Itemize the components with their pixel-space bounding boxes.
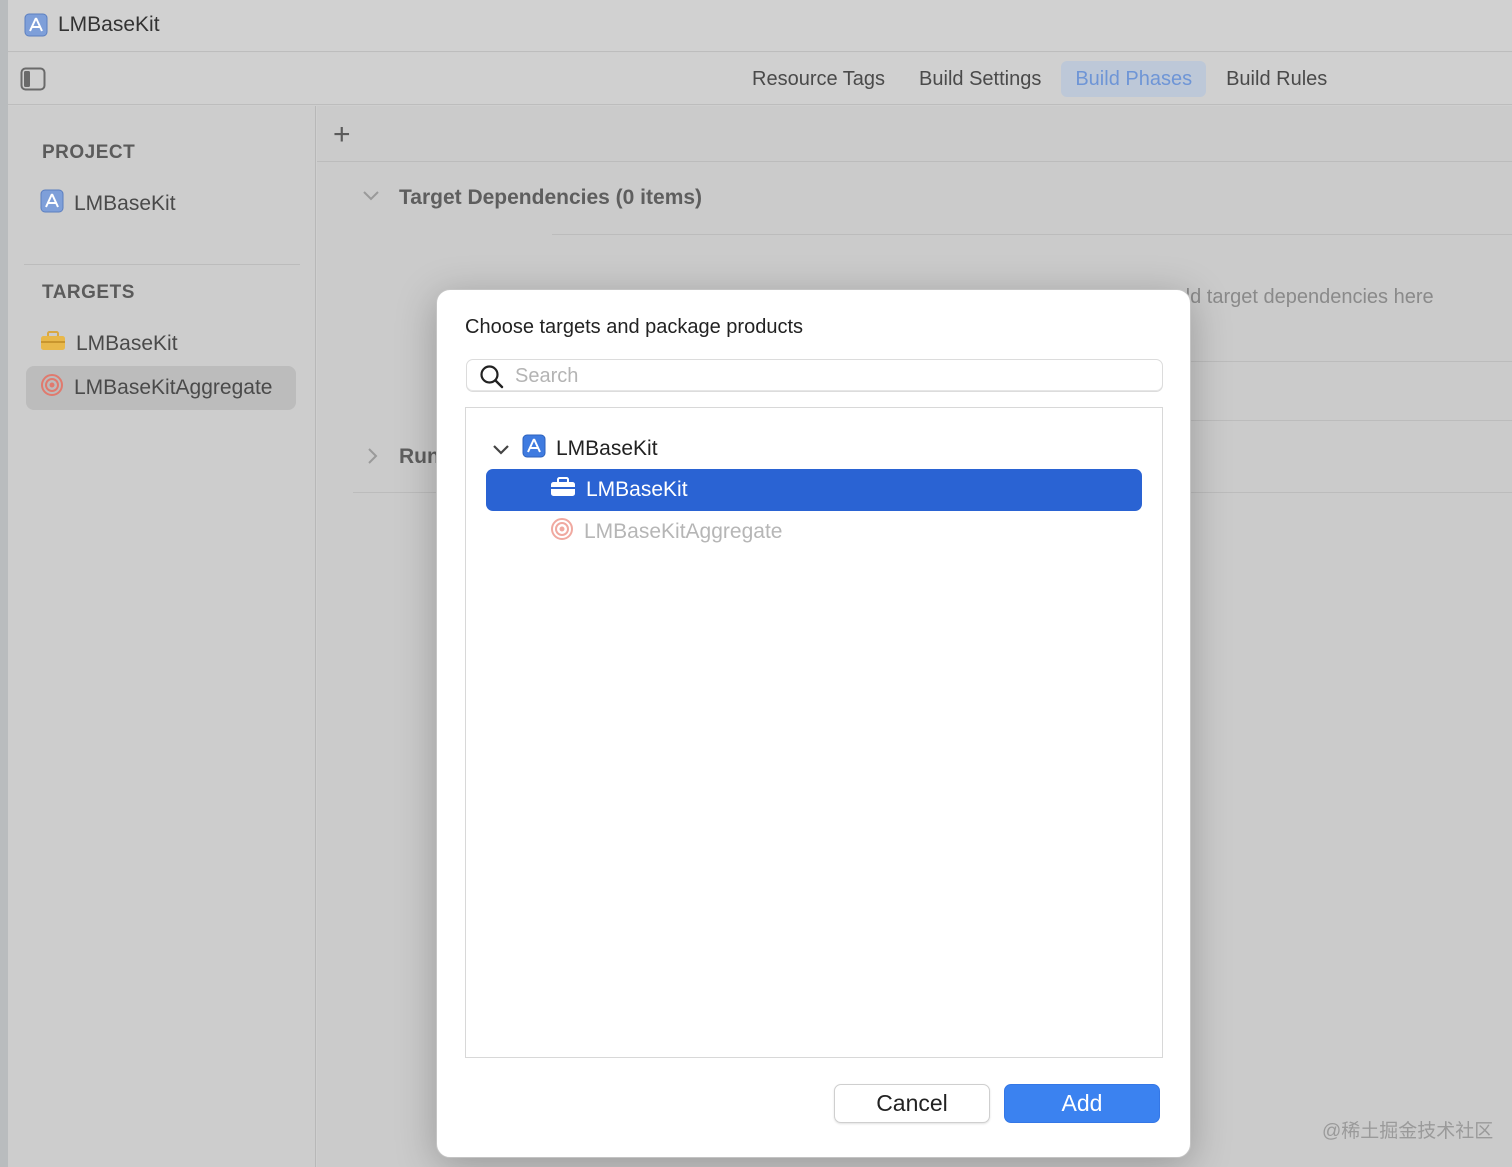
window-left-edge — [0, 0, 8, 1167]
tree-item-lmbasekitaggregate: LMBaseKitAggregate — [486, 511, 1142, 553]
dependencies-placeholder: dd target dependencies here — [1179, 286, 1434, 308]
editor-separator — [317, 161, 1512, 162]
add-button[interactable]: Add — [1004, 1084, 1160, 1123]
tree-group-lmbasekit[interactable]: LMBaseKit — [486, 428, 1142, 470]
phase-divider — [1177, 420, 1512, 421]
dialog-title: Choose targets and package products — [465, 316, 803, 338]
aggregate-target-icon — [550, 517, 574, 547]
search-field — [466, 359, 1163, 392]
toolbar: Resource Tags Build Settings Build Phase… — [8, 53, 1512, 105]
targets-section-header: TARGETS — [42, 282, 135, 303]
tree-item-label: LMBaseKit — [586, 478, 688, 501]
phase-target-dependencies-title[interactable]: Target Dependencies (0 items) — [399, 186, 702, 210]
framework-toolbox-icon — [40, 330, 66, 358]
add-phase-button[interactable]: + — [333, 118, 351, 152]
title-bar: LMBaseKit — [8, 0, 1512, 52]
phase-run-title[interactable]: Run — [399, 445, 440, 469]
tree-item-label: LMBaseKitAggregate — [584, 520, 783, 543]
project-sidebar: PROJECT LMBaseKit TARGETS LMBaseKit LMBa… — [8, 106, 316, 1167]
sidebar-toggle-icon[interactable] — [20, 67, 46, 96]
watermark: @稀土掘金技术社区 — [1322, 1121, 1494, 1142]
editor-tabs: Resource Tags Build Settings Build Phase… — [738, 61, 1341, 97]
tab-build-settings[interactable]: Build Settings — [905, 61, 1055, 97]
cancel-button[interactable]: Cancel — [834, 1084, 990, 1123]
xcode-project-icon — [522, 434, 546, 464]
tab-resource-tags[interactable]: Resource Tags — [738, 61, 899, 97]
sidebar-item-label: LMBaseKit — [76, 332, 178, 355]
search-icon — [479, 364, 505, 395]
tab-build-rules[interactable]: Build Rules — [1212, 61, 1341, 97]
framework-toolbox-icon — [550, 476, 576, 504]
tree-group-label: LMBaseKit — [556, 437, 658, 460]
choose-targets-dialog: Choose targets and package products LMBa… — [436, 289, 1191, 1158]
sidebar-item-label: LMBaseKitAggregate — [74, 376, 273, 399]
sidebar-divider — [24, 264, 300, 265]
sidebar-item-target-lmbasekit[interactable]: LMBaseKit — [26, 322, 296, 366]
project-section-header: PROJECT — [42, 142, 136, 163]
sidebar-item-target-aggregate[interactable]: LMBaseKitAggregate — [26, 366, 296, 410]
tab-build-phases[interactable]: Build Phases — [1061, 61, 1207, 97]
search-input[interactable] — [515, 363, 1145, 389]
phase-divider — [1177, 361, 1512, 362]
xcode-project-icon — [24, 13, 48, 42]
chevron-down-icon[interactable] — [492, 437, 510, 461]
sidebar-item-label: LMBaseKit — [74, 192, 176, 215]
aggregate-target-icon — [40, 373, 64, 403]
targets-list: LMBaseKit LMBaseKit LMBaseKitAggregate — [465, 407, 1163, 1058]
phase-divider — [552, 234, 1512, 235]
tree-item-lmbasekit[interactable]: LMBaseKit — [486, 469, 1142, 511]
window-title: LMBaseKit — [58, 13, 160, 36]
chevron-right-icon[interactable] — [365, 446, 379, 471]
sidebar-item-project[interactable]: LMBaseKit — [26, 182, 296, 226]
xcode-project-icon — [40, 189, 64, 219]
chevron-down-icon[interactable] — [361, 188, 381, 207]
